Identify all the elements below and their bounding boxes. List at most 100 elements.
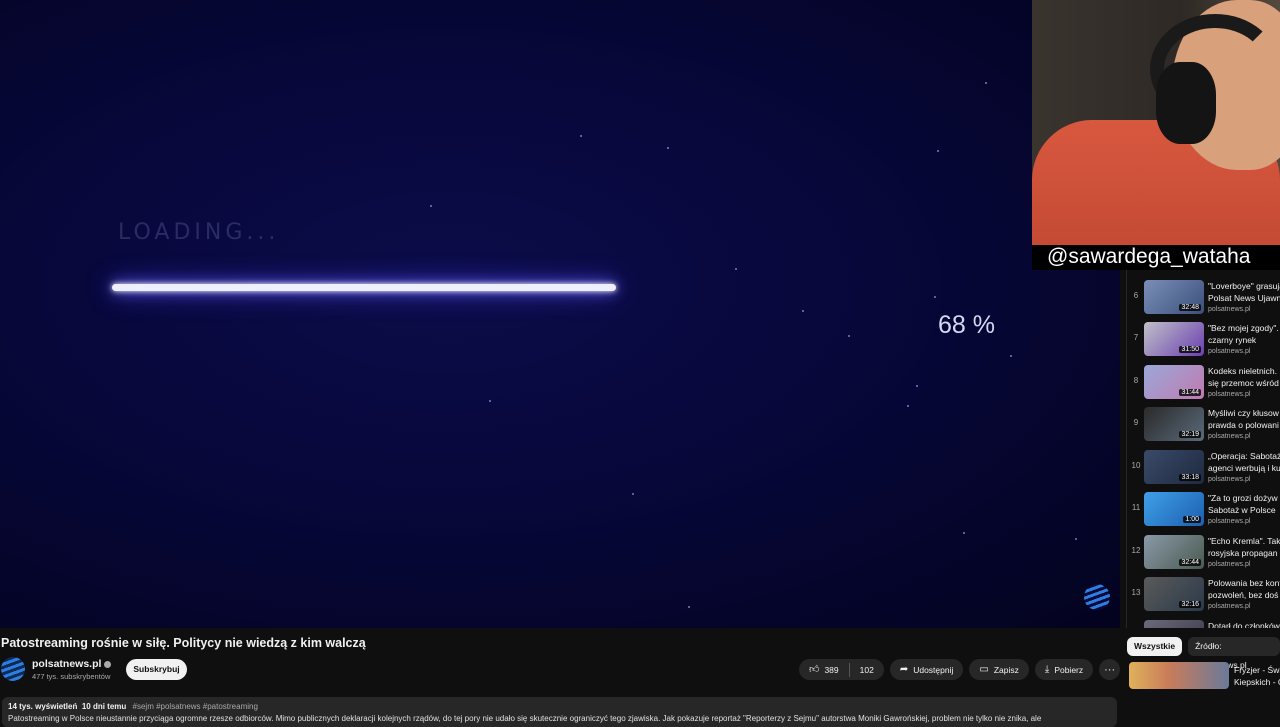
playlist-thumbnail[interactable]: 31:50	[1144, 322, 1204, 356]
download-label: Pobierz	[1054, 664, 1084, 675]
playlist-item[interactable]: 7 31:50 "Bez mojej zgody". czarny rynek p…	[1127, 318, 1280, 358]
duration-badge: 32:16	[1179, 601, 1201, 608]
playlist-item[interactable]: Dotarł do członków	[1127, 616, 1280, 628]
chip-all[interactable]: Wszystkie	[1127, 637, 1183, 656]
playlist-thumbnail[interactable]: 32:19	[1144, 407, 1204, 441]
more-actions-button[interactable]: ···	[1099, 659, 1121, 680]
star	[632, 493, 634, 495]
playlist-item-title[interactable]: Polowania bez kont pozwoleń, bez doś	[1208, 577, 1280, 601]
playlist-item-channel: polsatnews.pl	[1208, 603, 1251, 610]
share-icon: ➦	[899, 663, 909, 675]
playlist-item-title[interactable]: "Loverboye" grasują Polsat News Ujawnia	[1208, 280, 1280, 304]
save-button[interactable]: ▭ Zapisz	[969, 659, 1029, 680]
playlist-panel: 6 32:48 "Loverboye" grasują Polsat News U…	[1126, 270, 1280, 628]
star	[688, 606, 690, 608]
playlist-item-channel: polsatnews.pl	[1208, 306, 1251, 313]
playlist-item-title[interactable]: "Bez mojej zgody". czarny rynek	[1208, 322, 1280, 346]
video-player[interactable]: LOADING... 68 %	[0, 0, 1120, 628]
playlist-item[interactable]: 8 31:44 Kodeks nieletnich. się przemoc wś…	[1127, 361, 1280, 401]
description-box[interactable]: 14 tys. wyświetleń 10 dni temu #sejm #po…	[2, 697, 1117, 727]
channel-watermark-icon	[1084, 584, 1110, 610]
playlist-thumbnail[interactable]: 32:16	[1144, 577, 1204, 611]
download-button[interactable]: ⤓ Pobierz	[1034, 659, 1094, 680]
streamer-handle: @sawardega_wataha	[1032, 245, 1280, 270]
recommended-thumbnail[interactable]	[1129, 662, 1229, 689]
playlist-item-number: 6	[1133, 291, 1139, 300]
chip-source[interactable]: Źródło: polsatnews.pl	[1188, 637, 1280, 670]
playlist-thumbnail[interactable]: 32:48	[1144, 280, 1204, 314]
headphone-earcup	[1156, 62, 1216, 144]
duration-badge: 32:19	[1179, 431, 1201, 438]
view-count: 14 tys. wyświetleń	[8, 702, 78, 711]
share-button[interactable]: ➦ Udostępnij	[889, 659, 964, 680]
playlist-item-title[interactable]: "Echo Kremla". Tak rosyjska propagan	[1208, 535, 1280, 559]
star	[430, 205, 432, 207]
playlist-item-channel: polsatnews.pl	[1208, 518, 1251, 525]
playlist-thumbnail[interactable]: 31:44	[1144, 365, 1204, 399]
playlist-item-channel: polsatnews.pl	[1208, 348, 1251, 355]
playlist-item-number: 7	[1133, 333, 1139, 342]
recommended-title[interactable]: Fryzjer - Świ Kiepskich - C	[1234, 664, 1280, 688]
video-actions: 👍︎ 389 102 ➦ Udostępnij ▭ Zapisz ⤓ Pobierz ·…	[799, 659, 1121, 680]
dislike-button[interactable]: 102	[850, 659, 884, 680]
playlist-thumbnail[interactable]: 1:00	[1144, 492, 1204, 526]
duration-badge: 32:44	[1179, 559, 1201, 566]
duration-badge: 31:50	[1179, 346, 1201, 353]
playlist-item[interactable]: 11 1:00 "Za to grozi dożyw Sabotaż w Pols…	[1127, 488, 1280, 528]
playlist-item[interactable]: 10 33:18 „Operacja: Sabotaż agenci werbuj…	[1127, 446, 1280, 486]
upload-date: 10 dni temu	[81, 702, 127, 711]
thumbs-up-icon: 👍︎	[809, 663, 820, 675]
like-dislike-group: 👍︎ 389 102	[799, 659, 884, 680]
duration-badge: 31:44	[1179, 389, 1201, 396]
channel-name[interactable]: polsatnews.pl	[32, 658, 112, 670]
playlist-item-channel: polsatnews.pl	[1208, 561, 1251, 568]
loading-progress-bar	[112, 284, 616, 291]
star	[1010, 355, 1012, 357]
playlist-item-title[interactable]: Dotarł do członków	[1208, 620, 1280, 628]
more-icon: ···	[1104, 663, 1116, 676]
playlist-item-title[interactable]: Kodeks nieletnich. się przemoc wśród	[1208, 365, 1280, 389]
channel-avatar[interactable]	[1, 657, 25, 681]
bookmark-icon: ▭	[979, 663, 989, 675]
star	[963, 532, 965, 534]
star	[907, 405, 909, 407]
channel-name-text[interactable]: polsatnews.pl	[32, 658, 101, 670]
playlist-item-channel: polsatnews.pl	[1208, 476, 1251, 483]
duration-badge: 33:18	[1179, 474, 1201, 481]
star	[667, 147, 669, 149]
playlist-item[interactable]: 6 32:48 "Loverboye" grasują Polsat News U…	[1127, 276, 1280, 316]
playlist-item-title[interactable]: "Za to grozi dożyw Sabotaż w Polsce	[1208, 492, 1280, 516]
webcam-overlay: @sawardega_wataha	[1032, 0, 1280, 270]
subscriber-count: 477 tys. subskrybentów	[32, 672, 111, 681]
description-meta: 14 tys. wyświetleń 10 dni temu #sejm #po…	[8, 702, 1111, 711]
recommended-video[interactable]: Fryzjer - Świ Kiepskich - C	[1127, 662, 1280, 720]
playlist-item[interactable]: 13 32:16 Polowania bez kont pozwoleń, bez…	[1127, 573, 1280, 613]
playlist-item-number: 8	[1133, 376, 1139, 385]
hashtags[interactable]: #sejm #polsatnews #patostreaming	[133, 702, 258, 711]
dislike-count: 102	[859, 664, 874, 675]
subscribe-button[interactable]: Subskrybuj	[126, 659, 187, 680]
star	[802, 310, 804, 312]
playlist-item-number: 10	[1131, 461, 1141, 470]
star	[1075, 538, 1077, 540]
playlist-item-title[interactable]: Myśliwi czy kłusow prawda o polowani	[1208, 407, 1280, 431]
like-button[interactable]: 👍︎ 389	[799, 659, 849, 680]
star	[848, 335, 850, 337]
playlist-item-title[interactable]: „Operacja: Sabotaż agenci werbują i ku	[1208, 450, 1280, 474]
playlist-item-number: 11	[1131, 503, 1141, 512]
playlist-thumbnail[interactable]: 32:44	[1144, 535, 1204, 569]
star	[934, 296, 936, 298]
playlist-item-channel: polsatnews.pl	[1208, 391, 1251, 398]
playlist-thumbnail[interactable]: 33:18	[1144, 450, 1204, 484]
description-text: Patostreaming w Polsce nieustannie przyc…	[8, 714, 1042, 723]
playlist-thumbnail[interactable]	[1144, 620, 1204, 628]
star	[916, 385, 918, 387]
duration-badge: 32:48	[1179, 304, 1201, 311]
loading-percent: 68 %	[938, 311, 995, 339]
playlist-item[interactable]: 9 32:19 Myśliwi czy kłusow prawda o polow…	[1127, 403, 1280, 443]
filter-chips: Wszystkie Źródło: polsatnews.pl	[1127, 637, 1280, 670]
playlist-item[interactable]: 12 32:44 "Echo Kremla". Tak rosyjska prop…	[1127, 531, 1280, 571]
like-count: 389	[824, 664, 839, 675]
star	[489, 400, 491, 402]
playlist-item-channel: polsatnews.pl	[1208, 433, 1251, 440]
